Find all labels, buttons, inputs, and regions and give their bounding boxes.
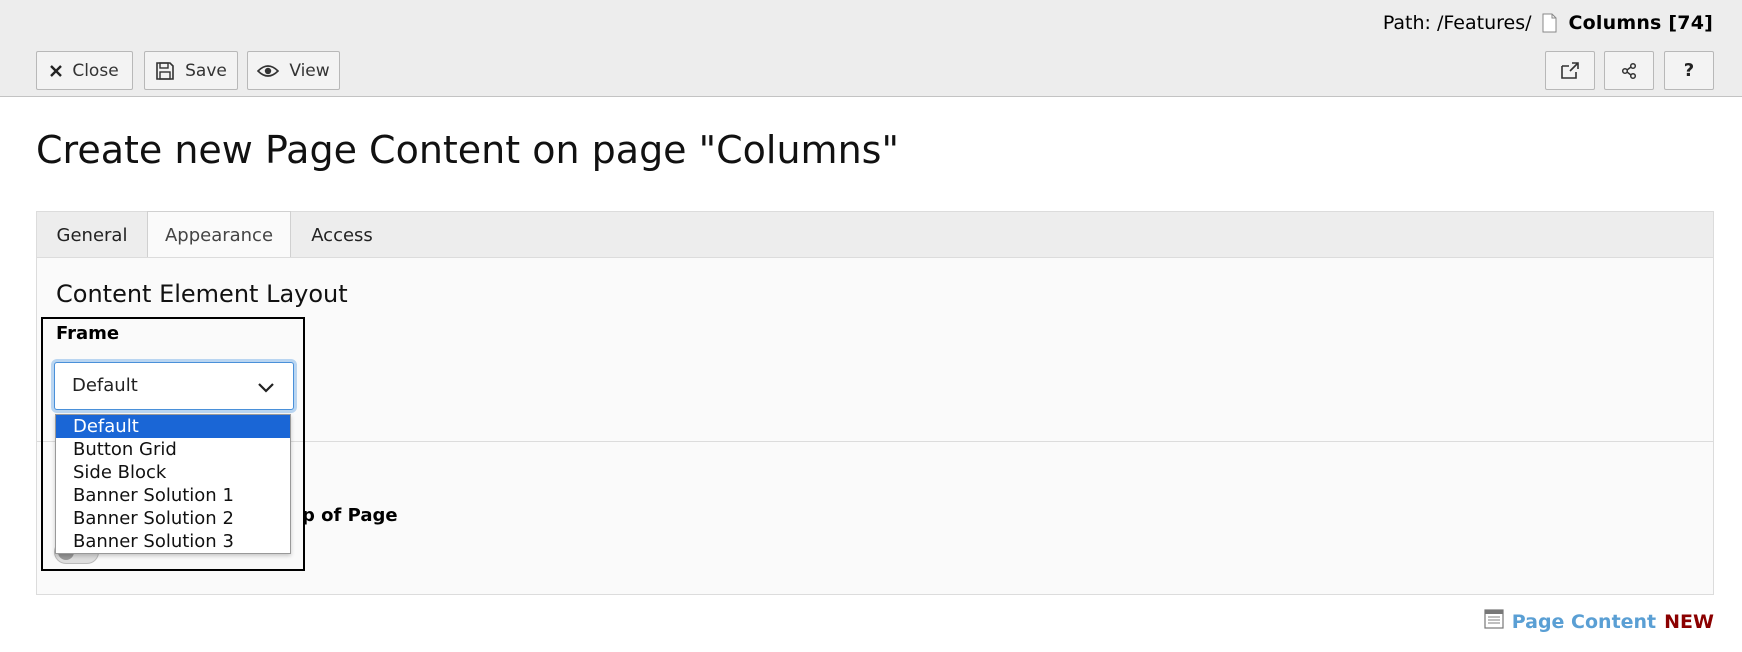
close-button[interactable]: Close [36, 51, 133, 90]
view-label: View [289, 60, 330, 81]
tab-bar: General Appearance Access [36, 211, 1714, 259]
record-info: Page Content NEW [1484, 609, 1714, 634]
save-icon [155, 61, 175, 81]
frame-option-side-block[interactable]: Side Block [56, 461, 290, 484]
frame-dropdown-list: Default Button Grid Side Block Banner So… [55, 414, 291, 554]
status-badge: NEW [1664, 610, 1714, 633]
tab-general[interactable]: General [37, 212, 147, 258]
frame-option-banner-solution-1[interactable]: Banner Solution 1 [56, 484, 290, 507]
frame-option-banner-solution-2[interactable]: Banner Solution 2 [56, 507, 290, 530]
record-title: Columns [74] [1568, 12, 1713, 34]
tab-access[interactable]: Access [291, 212, 393, 258]
frame-option-default[interactable]: Default [56, 415, 290, 438]
close-icon [50, 64, 63, 77]
eye-icon [257, 64, 280, 78]
tab-appearance[interactable]: Appearance [147, 211, 291, 259]
frame-select[interactable]: Default [54, 362, 294, 410]
save-button[interactable]: Save [144, 51, 238, 90]
module-docheader: Path: /Features/ Columns [74] Close Save [0, 0, 1742, 97]
breadcrumb: Path: /Features/ Columns [74] [1383, 12, 1713, 34]
share-icon [1620, 62, 1638, 80]
tab-panel-appearance: Content Element Layout p of Page Frame D… [36, 257, 1714, 595]
chevron-down-icon [257, 379, 275, 398]
close-label: Close [72, 60, 119, 81]
help-button[interactable]: ? [1664, 51, 1714, 90]
field-label-top-of-page: p of Page [302, 505, 398, 526]
view-button[interactable]: View [247, 51, 340, 90]
page-icon [1542, 13, 1557, 33]
frame-option-banner-solution-3[interactable]: Banner Solution 3 [56, 530, 290, 553]
open-new-window-icon [1560, 61, 1580, 80]
page-content-icon [1484, 609, 1504, 634]
record-type-label: Page Content [1511, 610, 1657, 633]
help-icon: ? [1683, 60, 1695, 81]
page-title: Create new Page Content on page "Columns… [36, 128, 899, 172]
frame-select-value: Default [72, 375, 138, 396]
frame-option-button-grid[interactable]: Button Grid [56, 438, 290, 461]
open-new-window-button[interactable] [1545, 51, 1595, 90]
section-title: Content Element Layout [56, 280, 348, 308]
frame-label: Frame [56, 323, 120, 344]
path-label: Path: /Features/ [1382, 12, 1532, 34]
share-button[interactable] [1604, 51, 1654, 90]
save-label: Save [185, 60, 227, 81]
